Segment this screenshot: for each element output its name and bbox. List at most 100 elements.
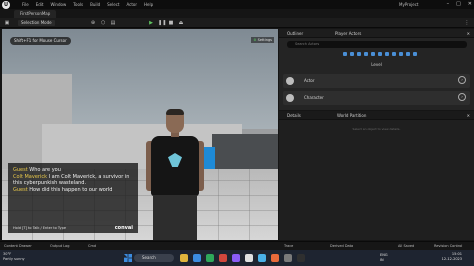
details-tabs: Details World Partition ✕	[279, 111, 474, 120]
system-tray[interactable]: ENG IN	[380, 253, 388, 263]
menu-edit[interactable]: Edit	[36, 2, 44, 7]
title-bar: U File Edit Window Tools Build Select Ac…	[0, 0, 474, 9]
project-name: MyProject	[399, 2, 419, 7]
menu-bar: File Edit Window Tools Build Select Acto…	[22, 2, 153, 7]
filter-icon[interactable]	[350, 52, 354, 56]
close-icon[interactable]: ✕	[468, 1, 472, 7]
minimize-icon[interactable]: –	[447, 1, 450, 7]
taskbar-search-input[interactable]: Search	[134, 254, 174, 262]
menu-build[interactable]: Build	[90, 2, 100, 7]
weather-desc: Partly sunny	[3, 257, 25, 261]
chat-speaker: Guest	[13, 186, 28, 193]
row-label: Character	[304, 95, 324, 100]
chat-footer: Hold [T] to Talk / Enter to Type convai	[8, 223, 138, 233]
content-drawer-button[interactable]: Content Drawer	[4, 244, 32, 248]
platforms-icon[interactable]: ⋮	[464, 20, 470, 26]
taskbar-clock[interactable]: 15:01 12-12-2023	[442, 252, 462, 262]
taskbar-apps	[180, 254, 305, 262]
chat-text: Who are you	[29, 167, 61, 173]
taskbar-app-icon[interactable]	[297, 254, 305, 262]
mouse-cursor-hint: Shift+F1 for Mouse Cursor	[10, 37, 71, 45]
tab-details[interactable]: Details	[287, 113, 301, 118]
filter-icon[interactable]	[406, 52, 410, 56]
region-label: IN	[380, 258, 384, 262]
os-taskbar: 30°F Partly sunny Search ENG IN 15:01 12…	[0, 250, 474, 266]
outliner-tabs: Outliner Player Actors ✕	[279, 29, 474, 38]
menu-file[interactable]: File	[22, 2, 29, 7]
stop-icon[interactable]: ■	[168, 20, 174, 26]
filter-icon[interactable]	[364, 52, 368, 56]
outliner-level-label: Level	[371, 62, 382, 67]
chevron-right-icon[interactable]: ›	[458, 93, 466, 101]
cmd-input[interactable]: Cmd	[88, 244, 96, 248]
blueprint-icon[interactable]: ⬡	[100, 20, 106, 26]
chat-message: Colt Maverick I am Colt Maverick, a surv…	[13, 174, 133, 187]
document-tab-bar: FirstPersonMap	[0, 9, 474, 18]
taskbar-app-icon[interactable]	[284, 254, 292, 262]
chevron-right-icon[interactable]: ›	[458, 76, 466, 84]
play-icon[interactable]: ▶	[148, 20, 154, 26]
outliner-row-character[interactable]: Character ›	[283, 91, 470, 105]
filter-icon[interactable]	[371, 52, 375, 56]
outliner-filter-icons	[343, 52, 417, 56]
tab-player-actors[interactable]: Player Actors	[335, 31, 361, 36]
trace-button[interactable]: Trace	[284, 244, 293, 248]
derived-data-button[interactable]: Derived Data	[330, 244, 353, 248]
revision-control-button[interactable]: Revision Control	[434, 244, 462, 248]
viewport-settings[interactable]: ⚙ Settings	[251, 37, 274, 43]
row-label: Actor	[304, 78, 315, 83]
outliner-row-actor[interactable]: Actor ›	[283, 74, 470, 88]
close-icon[interactable]: ✕	[467, 113, 470, 118]
chat-speaker: Guest	[13, 167, 28, 173]
chat-message: Guest How did this happen to our world	[13, 187, 133, 194]
tab-outliner[interactable]: Outliner	[287, 31, 303, 36]
chat-speaker: Colt Maverick	[13, 173, 47, 180]
save-icon[interactable]: ▣	[4, 20, 10, 26]
taskbar-app-icon[interactable]	[245, 254, 253, 262]
filter-icon[interactable]	[413, 52, 417, 56]
all-saved-status[interactable]: All Saved	[398, 244, 414, 248]
taskbar-app-icon[interactable]	[206, 254, 214, 262]
details-panel: Details World Partition ✕ Select an obje…	[279, 111, 474, 240]
selection-mode-dropdown[interactable]: Selection Mode	[18, 20, 55, 26]
pause-icon[interactable]: ❚❚	[158, 20, 166, 26]
filter-icon[interactable]	[378, 52, 382, 56]
taskbar-app-icon[interactable]	[232, 254, 240, 262]
maximize-icon[interactable]: □	[456, 1, 461, 7]
actor-icon	[286, 77, 294, 85]
add-actor-icon[interactable]: ⊕	[90, 20, 96, 26]
taskbar-app-icon[interactable]	[258, 254, 266, 262]
unreal-logo-icon[interactable]: U	[2, 1, 10, 9]
menu-help[interactable]: Help	[144, 2, 153, 7]
character-hair	[166, 109, 184, 115]
menu-select[interactable]: Select	[107, 2, 119, 7]
talk-hint: Hold [T] to Talk / Enter to Type	[13, 226, 66, 230]
taskbar-app-icon[interactable]	[219, 254, 227, 262]
tab-world-partition[interactable]: World Partition	[337, 113, 366, 118]
menu-actor[interactable]: Actor	[126, 2, 137, 7]
windows-start-icon[interactable]	[124, 254, 132, 262]
filter-icon[interactable]	[385, 52, 389, 56]
window-controls: – □ ✕	[447, 1, 472, 7]
filter-icon[interactable]	[343, 52, 347, 56]
taskbar-app-icon[interactable]	[271, 254, 279, 262]
filter-icon[interactable]	[357, 52, 361, 56]
chat-text: How did this happen to our world	[29, 186, 113, 193]
clock-date: 12-12-2023	[441, 257, 462, 261]
output-log-button[interactable]: Output Log	[50, 244, 70, 248]
filter-icon[interactable]	[392, 52, 396, 56]
menu-tools[interactable]: Tools	[73, 2, 83, 7]
tab-map[interactable]: FirstPersonMap	[14, 10, 57, 18]
taskbar-app-icon[interactable]	[193, 254, 201, 262]
cinematics-icon[interactable]: ▤	[110, 20, 116, 26]
level-viewport[interactable]: Shift+F1 for Mouse Cursor ⚙ Settings Gue…	[2, 29, 278, 240]
ai-character	[146, 109, 208, 240]
weather-widget[interactable]: 30°F Partly sunny	[3, 252, 25, 262]
close-icon[interactable]: ✕	[467, 31, 470, 36]
eject-icon[interactable]: ⏏	[178, 20, 184, 26]
outliner-search-input[interactable]: Search Actors	[287, 41, 467, 48]
taskbar-app-icon[interactable]	[180, 254, 188, 262]
filter-icon[interactable]	[399, 52, 403, 56]
menu-window[interactable]: Window	[50, 2, 66, 7]
status-bar: Content Drawer Output Log Cmd Trace Deri…	[0, 241, 474, 250]
